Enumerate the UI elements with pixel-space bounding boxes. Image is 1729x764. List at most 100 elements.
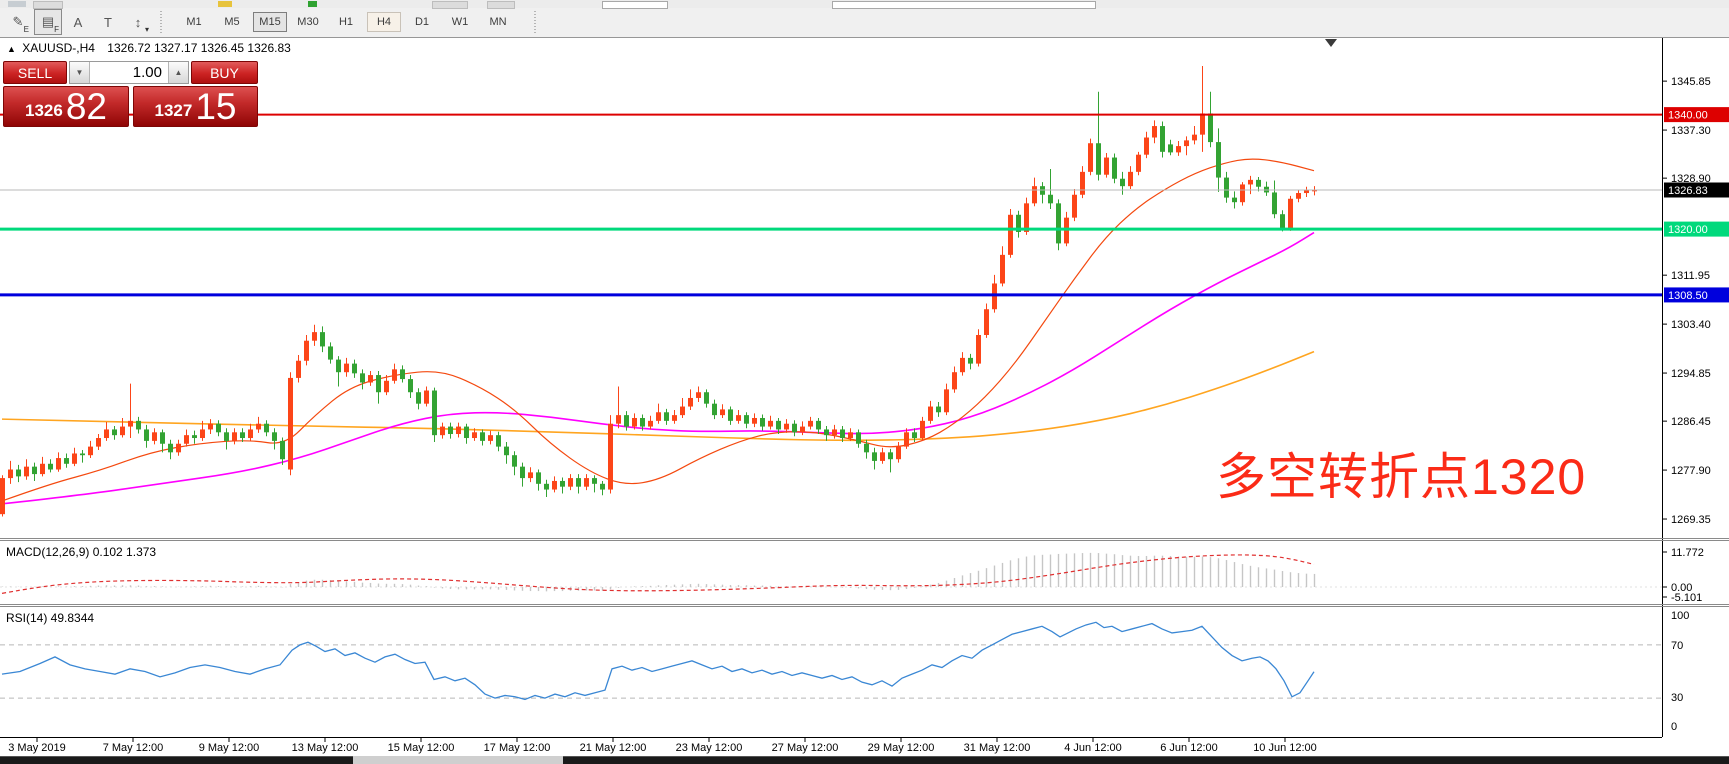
candle (1256, 180, 1261, 187)
candle (1192, 135, 1197, 141)
timeframe-button-h4[interactable]: H4 (367, 12, 401, 32)
draw-channel-icon[interactable]: ✎E (4, 9, 32, 35)
candle (24, 467, 29, 477)
candle (784, 424, 789, 430)
candle (392, 369, 397, 380)
timeframe-button-m1[interactable]: M1 (177, 12, 211, 32)
candle (488, 435, 493, 441)
chart-annotation-text: 多空转折点1320 (1216, 437, 1586, 509)
collapse-triangle-icon[interactable]: ▲ (7, 44, 16, 54)
ma-mid-line (2, 233, 1314, 504)
candle (224, 432, 229, 441)
candle (792, 424, 797, 433)
x-axis-label: 7 May 12:00 (103, 742, 164, 754)
candle (176, 444, 181, 453)
candle (960, 358, 965, 372)
candle (600, 484, 605, 490)
candle (944, 389, 949, 412)
candle (72, 453, 77, 463)
macd-histogram (3, 553, 1315, 591)
h-scrollbar-track[interactable] (563, 756, 1729, 764)
candle (1248, 180, 1253, 185)
bid-price-box[interactable]: 1326 82 (3, 86, 129, 127)
candle (880, 452, 885, 461)
volume-increase-icon[interactable]: ▲ (168, 62, 188, 83)
macd-signal-line (2, 555, 1314, 593)
candle (16, 470, 21, 477)
candle (536, 472, 541, 483)
h-scrollbar-track[interactable] (0, 756, 353, 764)
candle (40, 464, 45, 474)
price-axis-label: 1337.30 (1671, 125, 1711, 137)
fibonacci-icon[interactable]: ▤F (34, 9, 62, 35)
chart-canvas[interactable]: 1340.001320.001308.501326.831345.851337.… (0, 0, 1729, 764)
candle (688, 398, 693, 407)
candle (832, 429, 837, 435)
timeframe-button-m15[interactable]: M15 (253, 12, 287, 32)
candle (1208, 113, 1213, 142)
candle (624, 415, 629, 426)
candle (696, 392, 701, 398)
candle (352, 364, 357, 374)
x-axis-label: 10 Jun 12:00 (1253, 742, 1317, 754)
timeframe-button-m5[interactable]: M5 (215, 12, 249, 32)
candle (1096, 143, 1101, 174)
timeframe-button-m30[interactable]: M30 (291, 12, 325, 32)
timeframe-button-h1[interactable]: H1 (329, 12, 363, 32)
ask-price-big: 15 (195, 90, 236, 124)
candle (712, 404, 717, 415)
candle (344, 364, 349, 373)
candle (400, 369, 405, 379)
x-axis-label: 17 May 12:00 (484, 742, 551, 754)
candle (0, 478, 5, 514)
candle (480, 432, 485, 441)
x-axis-label: 21 May 12:00 (580, 742, 647, 754)
candles-series (0, 66, 1317, 516)
timeframe-button-d1[interactable]: D1 (405, 12, 439, 32)
candle (1144, 138, 1149, 155)
candle (800, 427, 805, 433)
candle (448, 427, 453, 434)
price-axis-label: 1345.85 (1671, 76, 1711, 88)
candle (48, 464, 53, 470)
x-axis-label: 4 Jun 12:00 (1064, 742, 1122, 754)
candle (280, 441, 285, 459)
rsi-axis-label: 70 (1671, 640, 1683, 652)
candle (1168, 144, 1173, 152)
candle (704, 392, 709, 403)
toolbar-separator (157, 11, 165, 33)
timeframe-button-mn[interactable]: MN (481, 12, 515, 32)
candle (648, 421, 653, 427)
candle (496, 435, 501, 446)
macd-axis-label: -5.101 (1671, 592, 1702, 604)
ask-price-small: 1327 (155, 98, 193, 124)
candle (384, 381, 389, 392)
candle (592, 478, 597, 484)
candle (320, 332, 325, 346)
text-box-icon[interactable]: T (94, 9, 122, 35)
candle (736, 415, 741, 421)
candle (928, 407, 933, 421)
volume-input[interactable] (90, 62, 168, 83)
rsi-line (2, 622, 1314, 699)
candle (1176, 146, 1181, 152)
timeframe-button-w1[interactable]: W1 (443, 12, 477, 32)
text-label-icon[interactable]: A (64, 9, 92, 35)
candle (816, 421, 821, 430)
sell-button[interactable]: SELL (3, 61, 67, 84)
symbol-ohlc-values: 1326.72 1327.17 1326.45 1326.83 (107, 41, 291, 55)
candle (272, 432, 277, 441)
h-scrollbar-thumb[interactable] (353, 756, 563, 764)
buy-button[interactable]: BUY (191, 61, 258, 84)
ask-price-box[interactable]: 1327 15 (133, 86, 258, 127)
candle (56, 458, 61, 469)
arrow-objects-icon[interactable]: ↕▾ (124, 9, 152, 35)
candle (424, 391, 429, 404)
clipped-toolbar-fragment (832, 1, 1096, 9)
candle (160, 432, 165, 443)
candle (920, 421, 925, 438)
hline-badge-label: 1308.50 (1668, 290, 1708, 302)
candle (768, 421, 773, 427)
candle (888, 452, 893, 459)
volume-decrease-icon[interactable]: ▼ (70, 62, 90, 83)
